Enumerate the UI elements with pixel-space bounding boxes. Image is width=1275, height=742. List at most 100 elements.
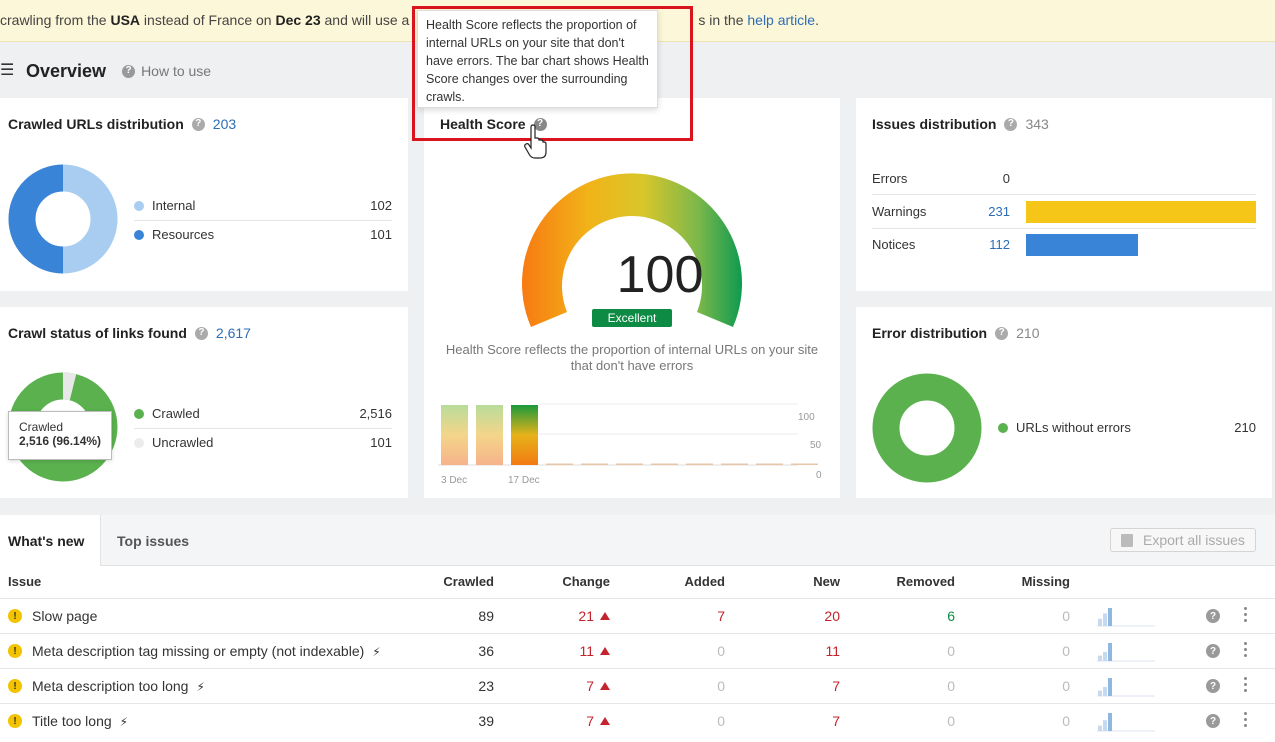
removed-value[interactable]: 0 xyxy=(875,643,955,659)
help-icon[interactable]: ? xyxy=(122,64,136,78)
tab-whats-new[interactable]: What's new xyxy=(0,515,101,566)
table-row[interactable]: ! Title too long ⚡ 39 7 0 7 0 0? xyxy=(0,703,1275,738)
issue-type-notices[interactable]: Notices xyxy=(872,237,915,252)
change-value: 7 xyxy=(530,678,610,694)
health-score-value: 100 xyxy=(616,246,704,304)
sparkline-bar xyxy=(1108,643,1112,661)
added-value[interactable]: 0 xyxy=(645,713,725,729)
crawled-value[interactable]: 23 xyxy=(414,678,494,694)
card-count[interactable]: 203 xyxy=(213,116,236,132)
how-to-use-link[interactable]: How to use xyxy=(141,63,211,79)
help-icon[interactable]: ? xyxy=(1206,609,1220,623)
missing-value[interactable]: 0 xyxy=(990,608,1070,624)
column-header-issue[interactable]: Issue xyxy=(8,574,41,589)
legend-value[interactable]: 112 xyxy=(960,237,1010,252)
history-bar[interactable] xyxy=(756,463,783,466)
crawled-urls-donut xyxy=(8,164,118,274)
help-icon[interactable]: ? xyxy=(1206,644,1220,658)
added-value[interactable]: 0 xyxy=(645,678,725,694)
banner-text: crawling from the xyxy=(0,12,111,28)
trend-sparkline[interactable] xyxy=(1097,710,1155,732)
history-bar[interactable] xyxy=(476,405,503,465)
issue-name[interactable]: Meta description tag missing or empty (n… xyxy=(32,643,381,659)
issue-name[interactable]: Title too long ⚡ xyxy=(32,713,128,729)
help-icon[interactable]: ? xyxy=(995,326,1009,340)
table-row[interactable]: ! Slow page 89 21 7 20 6 0? xyxy=(0,598,1275,633)
menu-icon[interactable]: ☰ xyxy=(0,63,14,79)
export-all-issues-button[interactable]: Export all issues xyxy=(1110,528,1256,552)
page-header: ☰ Overview ? How to use xyxy=(0,56,211,86)
donut-segment-no-errors[interactable] xyxy=(872,373,982,483)
added-value[interactable]: 0 xyxy=(645,643,725,659)
issue-type-errors: Errors xyxy=(872,171,907,186)
removed-value[interactable]: 0 xyxy=(875,713,955,729)
issue-name[interactable]: Slow page xyxy=(32,608,97,624)
legend-item-no-errors[interactable]: URLs without errors xyxy=(998,420,1131,435)
history-bar[interactable] xyxy=(791,463,818,466)
column-header-removed[interactable]: Removed xyxy=(875,574,955,589)
help-icon[interactable]: ? xyxy=(1206,679,1220,693)
help-article-link[interactable]: help article xyxy=(747,12,815,28)
more-options-icon[interactable] xyxy=(1244,607,1248,625)
more-options-icon[interactable] xyxy=(1244,677,1248,695)
legend-value: 102 xyxy=(370,198,392,213)
issue-name[interactable]: Meta description too long ⚡ xyxy=(32,678,205,694)
removed-value[interactable]: 0 xyxy=(875,678,955,694)
help-icon[interactable]: ? xyxy=(1004,117,1018,131)
crawled-value[interactable]: 89 xyxy=(414,608,494,624)
trend-up-icon xyxy=(600,717,610,725)
new-value[interactable]: 7 xyxy=(760,678,840,694)
trend-sparkline[interactable] xyxy=(1097,605,1155,627)
x-label: 17 Dec xyxy=(508,475,540,486)
column-header-new[interactable]: New xyxy=(760,574,840,589)
history-bar[interactable] xyxy=(616,463,643,466)
legend-item-uncrawled[interactable]: Uncrawled xyxy=(134,435,213,450)
new-value[interactable]: 7 xyxy=(760,713,840,729)
help-icon[interactable]: ? xyxy=(191,117,205,131)
removed-value[interactable]: 6 xyxy=(875,608,955,624)
column-header-missing[interactable]: Missing xyxy=(990,574,1070,589)
card-count[interactable]: 2,617 xyxy=(216,325,251,341)
missing-value[interactable]: 0 xyxy=(990,643,1070,659)
history-bar[interactable] xyxy=(441,405,468,465)
table-row[interactable]: ! Meta description too long ⚡ 23 7 0 7 0 0? xyxy=(0,668,1275,703)
column-header-crawled[interactable]: Crawled xyxy=(414,574,494,589)
column-header-added[interactable]: Added xyxy=(645,574,725,589)
legend-value[interactable]: 231 xyxy=(960,204,1010,219)
crawled-value[interactable]: 36 xyxy=(414,643,494,659)
sparkline-bar xyxy=(1103,687,1107,696)
legend-item-resources[interactable]: Resources xyxy=(134,227,214,242)
issue-type-warnings[interactable]: Warnings xyxy=(872,204,926,219)
legend-item-internal[interactable]: Internal xyxy=(134,198,195,213)
tab-top-issues[interactable]: Top issues xyxy=(101,515,1275,566)
history-bar[interactable] xyxy=(511,405,538,465)
tooltip-value: 2,516 (96.14%) xyxy=(19,434,102,448)
history-bar[interactable] xyxy=(546,463,573,466)
history-bar[interactable] xyxy=(651,463,678,466)
history-bar[interactable] xyxy=(721,463,748,466)
divider xyxy=(872,194,1256,195)
lightning-icon: ⚡ xyxy=(119,715,129,729)
donut-segment-uncrawled[interactable] xyxy=(62,372,77,401)
table-row[interactable]: ! Meta description tag missing or empty (… xyxy=(0,633,1275,668)
more-options-icon[interactable] xyxy=(1244,712,1248,730)
warnings-bar[interactable] xyxy=(1026,201,1256,223)
donut-segment-resources[interactable] xyxy=(8,164,64,274)
trend-sparkline[interactable] xyxy=(1097,640,1155,662)
history-bar[interactable] xyxy=(686,463,713,466)
added-value[interactable]: 7 xyxy=(645,608,725,624)
more-options-icon[interactable] xyxy=(1244,642,1248,660)
trend-sparkline[interactable] xyxy=(1097,675,1155,697)
notices-bar[interactable] xyxy=(1026,234,1138,256)
column-header-change[interactable]: Change xyxy=(530,574,610,589)
crawled-value[interactable]: 39 xyxy=(414,713,494,729)
legend-value: 0 xyxy=(1002,171,1010,186)
missing-value[interactable]: 0 xyxy=(990,713,1070,729)
help-icon[interactable]: ? xyxy=(1206,714,1220,728)
missing-value[interactable]: 0 xyxy=(990,678,1070,694)
new-value[interactable]: 11 xyxy=(760,643,840,659)
help-icon[interactable]: ? xyxy=(194,326,208,340)
new-value[interactable]: 20 xyxy=(760,608,840,624)
legend-item-crawled[interactable]: Crawled xyxy=(134,406,200,421)
history-bar[interactable] xyxy=(581,463,608,466)
